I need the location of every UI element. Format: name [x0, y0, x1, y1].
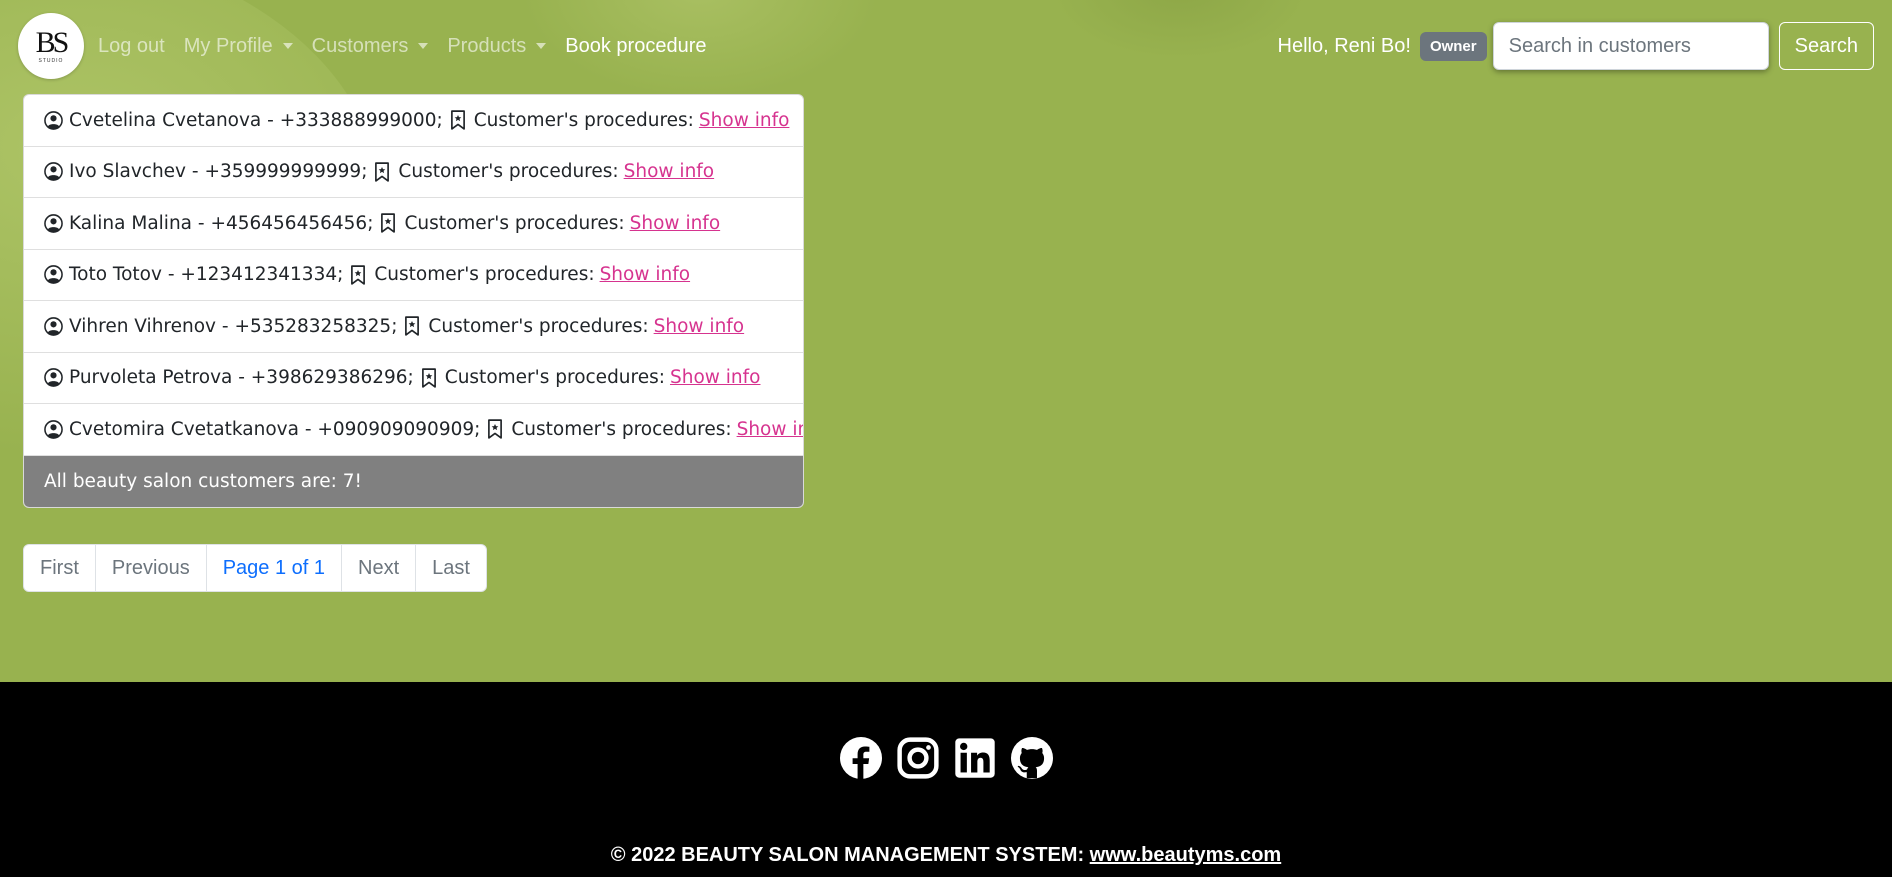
- person-circle-icon: [44, 368, 63, 388]
- linkedin-icon[interactable]: [954, 737, 996, 779]
- brand-monogram: BS: [35, 26, 70, 59]
- page-next[interactable]: Next: [342, 545, 417, 591]
- semicolon: ;: [407, 367, 414, 389]
- customer-phone: +123412341334: [180, 264, 338, 286]
- person-circle-icon: [44, 110, 63, 130]
- customer-phone: +456456456456: [210, 212, 368, 234]
- semicolon: ;: [361, 161, 368, 183]
- semicolon: ;: [337, 264, 344, 286]
- search-button[interactable]: Search: [1778, 22, 1874, 70]
- procedures-label: Customer's procedures:: [428, 315, 649, 337]
- procedures-label: Customer's procedures:: [404, 212, 625, 234]
- navbar: BS STUDIO Log out My Profile Customers P…: [0, 0, 1892, 92]
- facebook-icon[interactable]: [839, 737, 882, 779]
- separator: -: [232, 367, 251, 389]
- customer-name: Kalina Malina: [69, 212, 193, 234]
- customer-phone: +090909090909: [317, 418, 475, 440]
- separator: -: [161, 264, 181, 286]
- procedures-label: Customer's procedures:: [511, 418, 732, 440]
- list-item: Vihren Vihrenov - +535283258325 ; Custom…: [24, 301, 803, 353]
- chevron-down-icon: [536, 43, 547, 49]
- list-item: Cvetomira Cvetatkanova - +090909090909 ;…: [24, 404, 803, 456]
- bookmark-icon: [405, 316, 420, 336]
- bookmark-icon: [381, 213, 396, 233]
- social-links: [0, 737, 1892, 779]
- customer-name: Ivo Slavchev: [69, 161, 186, 183]
- user-greeting: Hello, Reni Bo!: [1277, 34, 1411, 57]
- bookmark-icon: [351, 265, 366, 285]
- separator: -: [298, 418, 318, 440]
- procedures-label: Customer's procedures:: [444, 367, 665, 389]
- brand-subtitle: STUDIO: [38, 58, 64, 64]
- instagram-icon[interactable]: [896, 737, 939, 779]
- nav-logout[interactable]: Log out: [98, 35, 165, 58]
- show-info-link[interactable]: Show info: [699, 110, 790, 131]
- brand-logo[interactable]: BS STUDIO: [18, 13, 84, 79]
- customer-phone: +535283258325: [234, 315, 392, 337]
- pagination: First Previous Page 1 of 1 Next Last: [23, 544, 487, 592]
- page-first[interactable]: First: [24, 545, 96, 591]
- show-info-link[interactable]: Show info: [737, 419, 803, 440]
- semicolon: ;: [391, 315, 398, 337]
- person-circle-icon: [44, 162, 63, 182]
- list-item: Cvetelina Cvetanova - +333888999000 ; Cu…: [24, 95, 803, 147]
- person-circle-icon: [44, 213, 63, 233]
- customer-name: Purvoleta Petrova: [69, 367, 233, 389]
- show-info-link[interactable]: Show info: [600, 264, 691, 285]
- nav-customers-label: Customers: [311, 34, 409, 57]
- bookmark-icon: [450, 110, 465, 130]
- customer-name: Cvetelina Cvetanova: [69, 109, 262, 131]
- customer-phone: +333888999000: [279, 109, 437, 131]
- customer-list: Cvetelina Cvetanova - +333888999000 ; Cu…: [23, 94, 804, 508]
- semicolon: ;: [436, 109, 443, 131]
- separator: -: [186, 161, 205, 183]
- list-item: Purvoleta Petrova - +398629386296 ; Cust…: [24, 353, 803, 404]
- show-info-link[interactable]: Show info: [654, 316, 745, 337]
- customer-phone: +398629386296: [250, 367, 408, 389]
- list-item: Toto Totov - +123412341334 ; Customer's …: [24, 250, 803, 301]
- person-circle-icon: [44, 316, 63, 336]
- separator: -: [216, 315, 235, 337]
- procedures-label: Customer's procedures:: [374, 264, 595, 286]
- role-badge: Owner: [1419, 31, 1487, 61]
- semicolon: ;: [474, 418, 481, 440]
- customer-phone: +359999999999: [204, 161, 362, 183]
- copyright: © 2022 BEAUTY SALON MANAGEMENT SYSTEM: w…: [0, 844, 1892, 867]
- semicolon: ;: [367, 212, 374, 234]
- separator: -: [261, 109, 280, 131]
- list-item: Kalina Malina - +456456456456 ; Customer…: [24, 198, 803, 250]
- website-link[interactable]: www.beautyms.com: [1090, 844, 1282, 866]
- nav-my-profile-label: My Profile: [183, 34, 273, 57]
- show-info-link[interactable]: Show info: [670, 367, 761, 388]
- show-info-link[interactable]: Show info: [624, 161, 715, 182]
- page-current[interactable]: Page 1 of 1: [207, 545, 343, 591]
- customer-name: Toto Totov: [69, 264, 162, 286]
- chevron-down-icon: [418, 43, 429, 49]
- separator: -: [192, 212, 211, 234]
- bookmark-icon: [488, 419, 503, 439]
- show-info-link[interactable]: Show info: [630, 213, 721, 234]
- list-item: Ivo Slavchev - +359999999999 ; Customer'…: [24, 147, 803, 198]
- customer-name: Vihren Vihrenov: [69, 315, 216, 337]
- github-icon[interactable]: [1010, 737, 1053, 779]
- chevron-down-icon: [282, 43, 293, 49]
- copyright-text: © 2022 BEAUTY SALON MANAGEMENT SYSTEM:: [610, 844, 1085, 866]
- person-circle-icon: [44, 265, 63, 285]
- page-last[interactable]: Last: [416, 545, 486, 591]
- person-circle-icon: [44, 419, 63, 439]
- nav-right: Hello, Reni Bo! Owner Search: [1278, 22, 1874, 70]
- nav-products-label: Products: [447, 34, 527, 57]
- nav-products-dropdown[interactable]: Products: [447, 34, 547, 58]
- bookmark-icon: [421, 368, 436, 388]
- bookmark-icon: [375, 162, 390, 182]
- nav-my-profile-dropdown[interactable]: My Profile: [184, 35, 293, 58]
- search-input[interactable]: [1492, 22, 1769, 70]
- nav-customers-dropdown[interactable]: Customers: [312, 35, 429, 58]
- customer-count-summary: All beauty salon customers are: 7!: [24, 455, 803, 507]
- nav-book-procedure[interactable]: Book procedure: [565, 35, 706, 58]
- customer-name: Cvetomira Cvetatkanova: [69, 418, 299, 440]
- page-previous[interactable]: Previous: [96, 545, 207, 591]
- procedures-label: Customer's procedures:: [398, 161, 619, 183]
- procedures-label: Customer's procedures:: [473, 109, 694, 131]
